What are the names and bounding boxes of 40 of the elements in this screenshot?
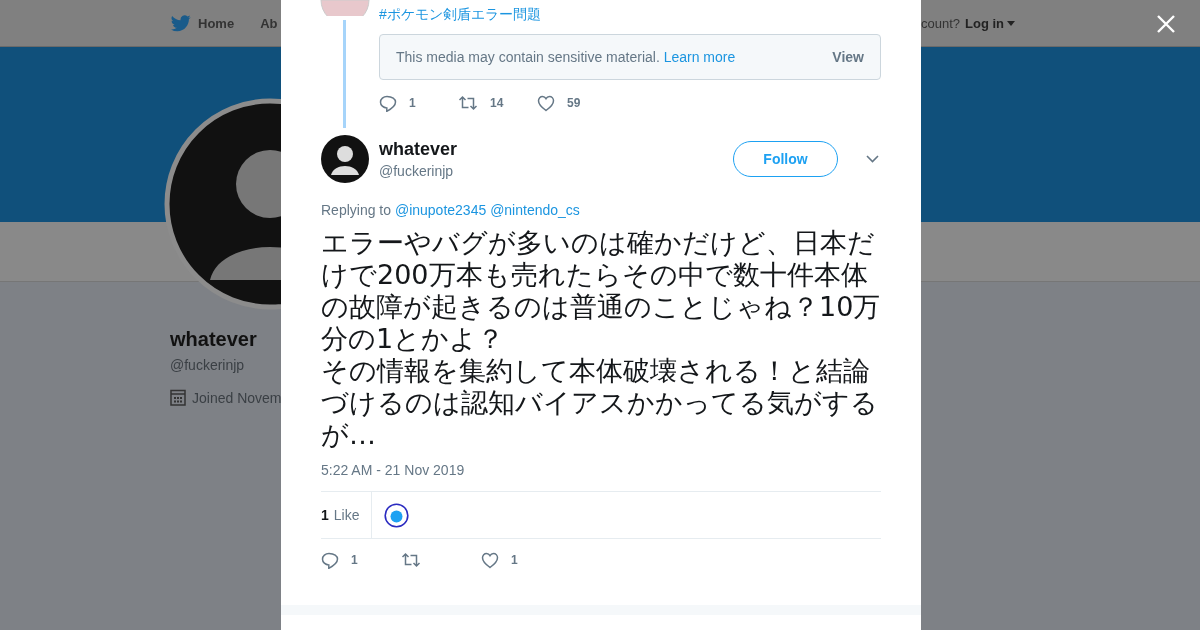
avatar-icon (321, 135, 369, 183)
tweet-text: エラーやバグが多いのは確かだけど、日本だけで200万本も売れたらその中で数十件本体の故障が起きるのは普通のことじゃね？10万分の1とかよ？ (321, 227, 881, 355)
learn-more-link[interactable]: Learn more (663, 49, 736, 65)
tweet-text: その情報を集約して本体破壊される！と結論づけるのは認知バイアスかかってる気がするが… (321, 355, 879, 451)
mention-link[interactable]: @nintendo_cs (490, 202, 580, 218)
like-count: 59 (567, 96, 581, 110)
reply-count: 1 (409, 96, 416, 110)
heart-icon[interactable] (537, 94, 555, 112)
retweet-icon[interactable] (401, 551, 421, 569)
mention-link[interactable]: @inupote2345 (394, 202, 487, 218)
liker-avatar-icon[interactable] (384, 502, 410, 528)
likes-count: 1 (321, 507, 329, 523)
hashtag-link[interactable]: #ポケモン剣盾エラー問題 (379, 5, 881, 23)
login-link[interactable]: Log in (965, 15, 1004, 31)
nav-link[interactable]: Home (198, 15, 235, 31)
sensitive-message: This media may contain sensitive material. Learn more (396, 49, 736, 65)
close-icon[interactable] (1156, 14, 1176, 34)
heart-icon[interactable] (481, 551, 499, 569)
reply-count: 1 (351, 553, 358, 567)
calendar-icon (170, 389, 186, 406)
like-count: 1 (511, 553, 518, 567)
likes-label: Like (333, 507, 360, 523)
nav-link[interactable]: Ab (260, 15, 278, 31)
retweet-count: 14 (490, 96, 504, 110)
profile-name: whatever (170, 328, 257, 351)
caret-icon (1007, 20, 1015, 26)
user-handle: @fuckerinjp (379, 163, 455, 179)
reply-icon[interactable] (321, 551, 339, 569)
user-name: whatever (379, 139, 459, 160)
tweet-timestamp: 5:22 AM - 21 Nov 2019 (321, 462, 466, 478)
avatar-icon (320, 0, 370, 16)
reply-icon[interactable] (379, 94, 397, 112)
replying-to-text: Replying to @inupote2345 @nintendo_cs (321, 202, 581, 218)
joined-date: Joined Novem (192, 389, 282, 406)
login-prompt: count? (920, 15, 960, 31)
profile-handle: @fuckerinjp (170, 357, 245, 373)
retweet-icon[interactable] (458, 94, 478, 112)
view-button[interactable]: View (832, 49, 864, 65)
chevron-down-icon[interactable] (866, 155, 879, 163)
follow-button[interactable]: Follow (733, 141, 838, 177)
